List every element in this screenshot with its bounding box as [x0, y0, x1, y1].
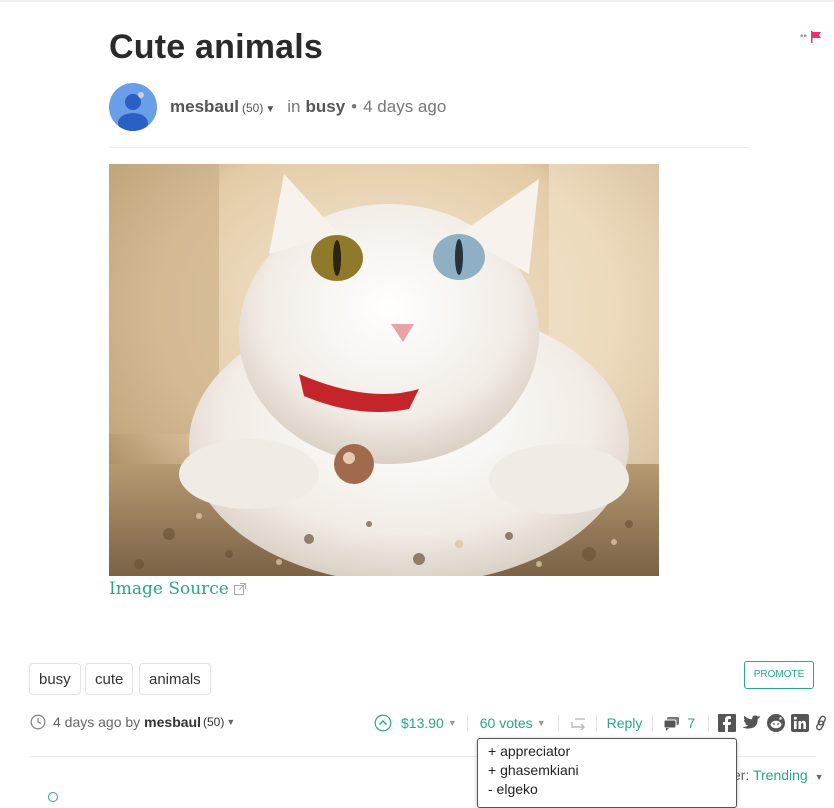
linkedin-icon[interactable]	[791, 714, 810, 732]
footer-time: 4 days ago by	[53, 714, 141, 730]
tag-cute[interactable]: cute	[85, 663, 134, 695]
image-source-label[interactable]: Image Source	[109, 579, 229, 599]
post-footer-meta: 4 days ago by mesbaul (50) ▼	[30, 714, 235, 730]
voters-dropdown: + appreciator + ghasemkiani - elgeko	[477, 738, 737, 808]
votes-count[interactable]: 60 votes	[480, 715, 533, 731]
voter-item[interactable]: + ghasemkiani	[488, 761, 726, 780]
post-time: 4 days ago	[363, 97, 447, 116]
reblog-icon[interactable]	[570, 716, 587, 730]
divider	[557, 715, 559, 731]
tag-animals[interactable]: animals	[139, 663, 211, 695]
twitter-icon[interactable]	[742, 715, 761, 731]
avatar[interactable]	[109, 83, 157, 131]
footer-author-link[interactable]: mesbaul	[144, 714, 201, 730]
post-meta: mesbaul (50) ▼ in busy • 4 days ago	[170, 97, 446, 117]
facebook-icon[interactable]	[718, 714, 737, 732]
top-border	[0, 0, 834, 2]
voter-item[interactable]: + appreciator	[488, 742, 726, 761]
divider	[109, 147, 749, 148]
voter-item[interactable]: - elgeko	[488, 780, 726, 799]
divider	[466, 715, 468, 731]
reddit-icon[interactable]	[767, 714, 786, 732]
payout-value[interactable]: $13.90	[401, 715, 444, 731]
category-link[interactable]: busy	[305, 97, 345, 117]
comments-icon[interactable]	[663, 716, 680, 731]
caret-down-icon[interactable]: ▼	[226, 717, 235, 727]
caret-down-icon[interactable]: ▼	[537, 718, 546, 728]
meta-bullet: •	[351, 97, 358, 116]
comments-count[interactable]: 7	[687, 715, 695, 731]
sort-value[interactable]: Trending	[753, 767, 808, 783]
caret-down-icon[interactable]: ▼	[265, 104, 275, 115]
post-title: Cute animals	[109, 28, 324, 66]
more-dots-icon[interactable]: ••	[800, 32, 807, 42]
post-image	[109, 164, 659, 576]
promote-button[interactable]: PROMOTE	[744, 661, 814, 689]
reply-link[interactable]: Reply	[607, 715, 643, 731]
in-label: in	[287, 97, 301, 116]
vote-bar: $13.90 ▼ 60 votes ▼ Reply 7	[374, 714, 827, 732]
link-icon[interactable]	[815, 715, 827, 731]
sort-control[interactable]: er: Trending ▼	[733, 767, 824, 783]
author-reputation: (50)	[241, 101, 264, 115]
flag-icon[interactable]	[810, 31, 822, 43]
footer-reputation: (50)	[202, 715, 225, 729]
image-source-link[interactable]: Image Source	[109, 579, 246, 599]
upvote-icon[interactable]	[374, 714, 392, 732]
external-link-icon	[233, 583, 246, 595]
caret-down-icon[interactable]: ▼	[815, 772, 824, 782]
divider	[652, 715, 654, 731]
flag-control[interactable]: ••	[800, 31, 822, 43]
author-link[interactable]: mesbaul	[170, 97, 239, 117]
caret-down-icon[interactable]: ▼	[448, 718, 457, 728]
divider	[595, 715, 597, 731]
status-icon	[48, 792, 58, 802]
divider	[708, 715, 710, 731]
tag-busy[interactable]: busy	[29, 663, 81, 695]
clock-icon	[30, 714, 46, 730]
